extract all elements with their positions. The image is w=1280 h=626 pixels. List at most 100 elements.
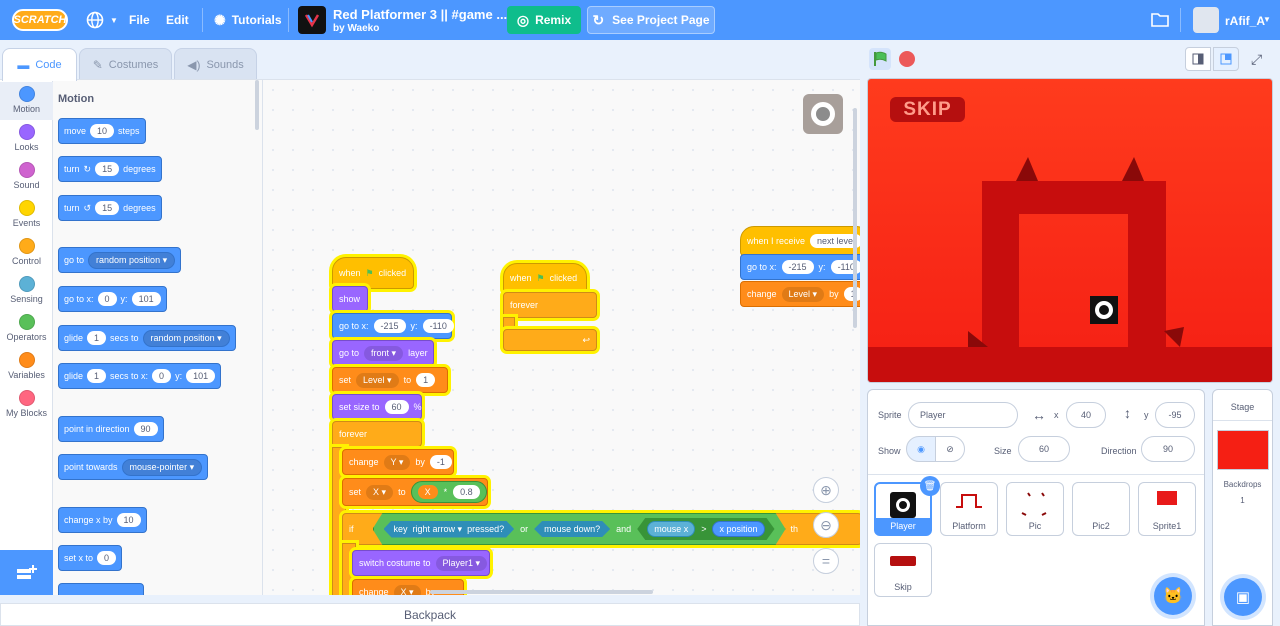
backpack[interactable]: Backpack xyxy=(0,603,860,626)
sprite-name-input[interactable]: Player xyxy=(908,402,1018,428)
palette-scrollbar[interactable] xyxy=(255,80,259,130)
change-x-block[interactable]: change x by 10 xyxy=(58,507,147,533)
variable-reporter[interactable]: X xyxy=(417,485,438,499)
zoom-out-button[interactable]: ⊖ xyxy=(813,512,839,538)
block-dropdown[interactable]: Player1 ▾ xyxy=(435,555,488,571)
block-dropdown[interactable]: Level ▾ xyxy=(781,286,825,302)
category-sensing[interactable]: Sensing xyxy=(0,272,53,310)
mouse-down-reporter[interactable]: mouse down? xyxy=(534,521,610,537)
block-dropdown[interactable]: Y ▾ xyxy=(383,454,411,470)
block-dropdown[interactable]: X ▾ xyxy=(366,484,394,500)
stage-canvas[interactable]: SKIP xyxy=(867,78,1273,383)
key-pressed-reporter[interactable]: key right arrow ▾ pressed? xyxy=(384,521,515,538)
change-level-block[interactable]: change Level ▾ by 1 xyxy=(740,281,860,307)
glide-block[interactable]: glide 1 secs to random position ▾ xyxy=(58,325,236,351)
add-extension-button[interactable] xyxy=(0,550,53,595)
zoom-in-button[interactable]: ⊕ xyxy=(813,477,839,503)
block-input[interactable]: 0 xyxy=(152,369,172,383)
category-variables[interactable]: Variables xyxy=(0,348,53,386)
greater-than-operator[interactable]: mouse x > x position xyxy=(637,518,774,540)
add-sprite-button[interactable]: 🐱 xyxy=(1154,577,1192,615)
when-flag-clicked-hat[interactable]: when ⚑ clicked xyxy=(503,263,587,293)
file-menu[interactable]: File xyxy=(129,0,150,40)
mouse-x-reporter[interactable]: mouse x xyxy=(647,521,695,537)
sprite-tile-pic[interactable]: Pic xyxy=(1006,482,1064,536)
project-title[interactable]: Red Platformer 3 || #game ... xyxy=(333,7,507,22)
tab-sounds[interactable]: ◀) Sounds xyxy=(174,48,257,80)
partial-block[interactable] xyxy=(58,583,144,595)
sprite-tile-platform[interactable]: Platform xyxy=(940,482,998,536)
category-control[interactable]: Control xyxy=(0,234,53,272)
x-position-reporter[interactable]: x position xyxy=(712,521,764,537)
show-block[interactable]: show xyxy=(332,286,368,312)
category-operators[interactable]: Operators xyxy=(0,310,53,348)
block-input[interactable]: 101 xyxy=(131,292,161,306)
forever-block[interactable]: forever xyxy=(332,421,422,447)
tab-costumes[interactable]: ✎ Costumes xyxy=(79,48,172,80)
script-workspace[interactable]: when ⚑ clicked show go to x: -215 y: -110 go … xyxy=(263,79,860,595)
set-x-block[interactable]: set X ▾ to X * 0.8 xyxy=(342,478,488,506)
green-flag-button[interactable] xyxy=(869,48,891,70)
block-input[interactable]: 15 xyxy=(95,201,120,215)
forever-block[interactable]: forever xyxy=(503,292,597,318)
block-input[interactable]: 10 xyxy=(116,513,141,527)
goto-block[interactable]: go to random position ▾ xyxy=(58,247,182,273)
goto-xy-block[interactable]: go to x: 0 y: 101 xyxy=(58,286,167,312)
workspace-horizontal-scrollbar[interactable] xyxy=(430,590,653,594)
folder-icon[interactable] xyxy=(1151,11,1169,30)
block-input[interactable]: 101 xyxy=(186,369,216,383)
goto-xy-block[interactable]: go to x: -215 y: -110 xyxy=(332,313,454,339)
small-stage-button[interactable] xyxy=(1185,47,1211,71)
direction-input[interactable]: 90 xyxy=(1141,436,1195,462)
y-input[interactable]: -95 xyxy=(1155,402,1195,428)
if-block[interactable]: if key right arrow ▾ pressed? or mouse d… xyxy=(342,513,860,545)
block-input[interactable]: 1 xyxy=(87,331,107,345)
set-x-block[interactable]: set x to 0 xyxy=(58,545,123,571)
add-backdrop-button[interactable]: ▣ xyxy=(1224,578,1262,616)
block-input[interactable]: -215 xyxy=(373,319,406,333)
sprite-tile-skip[interactable]: Skip xyxy=(874,543,932,597)
block-dropdown[interactable]: X ▾ xyxy=(393,584,421,595)
scratch-logo[interactable]: SCRATCH xyxy=(12,9,68,31)
when-i-receive-hat[interactable]: when I receive next level xyxy=(740,226,860,256)
show-visible-button[interactable]: ◉ xyxy=(906,436,936,462)
block-input[interactable]: 60 xyxy=(384,400,409,414)
switch-costume-block[interactable]: switch costume to Player1 ▾ xyxy=(352,550,490,576)
block-dropdown[interactable]: Level ▾ xyxy=(356,372,399,388)
hide-button[interactable]: ⊘ xyxy=(935,436,965,462)
language-menu[interactable]: ▼ xyxy=(86,0,118,40)
delete-sprite-button[interactable]: 🗑 xyxy=(920,476,940,496)
block-dropdown[interactable]: random position ▾ xyxy=(142,329,230,347)
multiply-operator[interactable]: X * 0.8 xyxy=(410,481,487,503)
sprite-tile-sprite1[interactable]: Sprite1 xyxy=(1138,482,1196,536)
tutorials-button[interactable]: ✺ Tutorials xyxy=(214,0,282,40)
move-steps-block[interactable]: move 10 steps xyxy=(58,118,146,144)
category-my-blocks[interactable]: My Blocks xyxy=(0,386,53,424)
see-project-page-button[interactable]: ↻ See Project Page xyxy=(587,6,715,34)
set-level-block[interactable]: set Level ▾ to 1 xyxy=(332,367,448,393)
x-input[interactable]: 40 xyxy=(1066,402,1106,428)
fullscreen-icon[interactable]: ⤢ xyxy=(1251,51,1262,68)
size-input[interactable]: 60 xyxy=(1018,436,1070,462)
block-input[interactable]: 90 xyxy=(133,422,158,436)
username[interactable]: rAfif_A xyxy=(1225,14,1265,28)
block-input[interactable]: 1 xyxy=(87,369,107,383)
block-input[interactable]: 1 xyxy=(843,287,860,301)
set-size-block[interactable]: set size to 60% xyxy=(332,394,422,420)
point-direction-block[interactable]: point in direction 90 xyxy=(58,416,164,442)
stop-button[interactable] xyxy=(899,51,915,67)
edit-menu[interactable]: Edit xyxy=(166,0,189,40)
tab-code[interactable]: ▬ Code xyxy=(2,48,77,81)
category-events[interactable]: Events xyxy=(0,196,53,234)
block-input[interactable]: 0.8 xyxy=(453,485,480,499)
zoom-reset-button[interactable]: = xyxy=(813,548,839,574)
block-dropdown[interactable]: mouse-pointer ▾ xyxy=(121,458,203,476)
category-sound[interactable]: Sound xyxy=(0,158,53,196)
block-input[interactable]: -110 xyxy=(422,319,454,333)
workspace-vertical-scrollbar[interactable] xyxy=(853,108,857,328)
block-input[interactable]: -215 xyxy=(781,260,814,274)
block-input[interactable]: 0 xyxy=(97,551,117,565)
project-author[interactable]: by Waeko xyxy=(333,23,379,34)
goto-xy-block[interactable]: go to x: -215 y: -110 xyxy=(740,254,860,280)
block-dropdown[interactable]: random position ▾ xyxy=(88,251,176,269)
